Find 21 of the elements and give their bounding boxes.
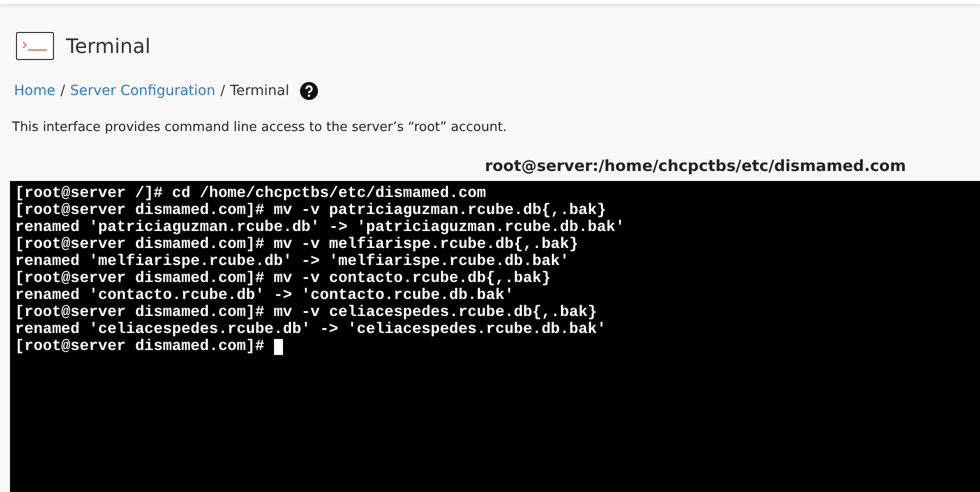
terminal-line: [root@server /]# cd /home/chcpctbs/etc/dismamed.com [15, 185, 486, 202]
terminal-line: renamed 'patriciaguzman.rcube.db' -> 'patriciaguzman.rcube.db.bak' [15, 219, 625, 236]
terminal-line: [root@server dismamed.com]# mv -v patriciaguzman.rcube.db{,.bak} [15, 202, 606, 219]
terminal-line: renamed 'melfiarispe.rcube.db' -> 'melfiarispe.rcube.db.bak' [15, 253, 570, 270]
terminal-line: renamed 'contacto.rcube.db' -> 'contacto.rcube.db.bak' [15, 287, 514, 304]
breadcrumb-link[interactable]: Server Configuration [70, 83, 216, 99]
description-text: This interface provides command line access to the server’s “root” account. [12, 120, 508, 135]
help-icon[interactable] [300, 82, 318, 100]
terminal-line: [root@server dismamed.com]# [15, 338, 266, 355]
breadcrumb-current: Terminal [230, 83, 290, 99]
terminal-line: [root@server dismamed.com]# mv -v contacto.rcube.db{,.bak} [15, 270, 551, 287]
breadcrumb-separator: / [60, 83, 66, 99]
breadcrumb-link[interactable]: Home [14, 83, 56, 99]
terminal-line: renamed 'celiacespedes.rcube.db' -> 'celiacespedes.rcube.db.bak' [15, 321, 606, 338]
page-title: Terminal [66, 34, 151, 58]
breadcrumb-separator: / [220, 83, 226, 99]
current-path: root@server:/home/chcpctbs/etc/dismamed.com [484, 157, 906, 175]
terminal-icon [16, 32, 54, 60]
terminal-line: [root@server dismamed.com]# mv -v celiacespedes.rcube.db{,.bak} [15, 304, 597, 321]
terminal-line: [root@server dismamed.com]# mv -v melfiarispe.rcube.db{,.bak} [15, 236, 578, 253]
terminal-screen[interactable] [10, 181, 980, 492]
